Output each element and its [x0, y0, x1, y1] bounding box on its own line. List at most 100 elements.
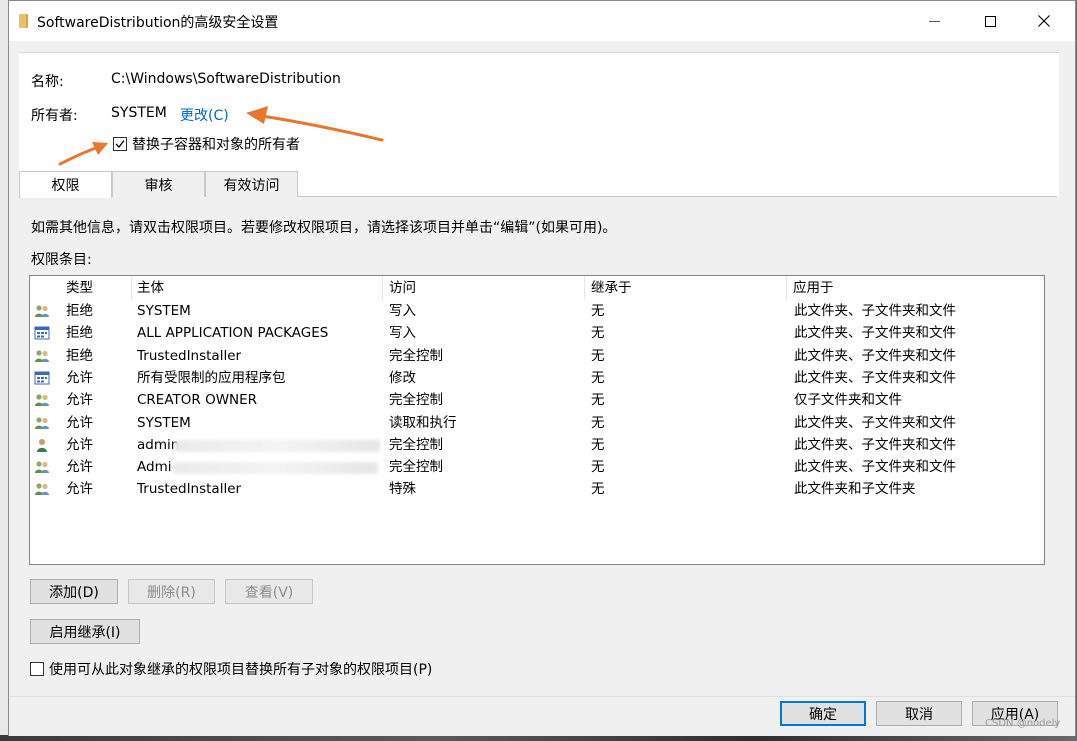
cell-principal: Admi [137, 459, 172, 476]
name-label: 名称: [31, 74, 64, 90]
table-row[interactable]: 允许 TrustedInstaller 特殊 无 此文件夹和子文件夹 [30, 478, 1044, 500]
table-row[interactable]: 允许 CREATOR OWNER 完全控制 无 仅子文件夹和文件 [30, 389, 1044, 411]
info-text: 如需其他信息，请双击权限项目。若要修改权限项目，请选择该项目并单击“编辑”(如果… [31, 220, 617, 236]
add-button[interactable]: 添加(D) [30, 579, 118, 604]
cell-inherited-from: 无 [591, 303, 605, 319]
group-icon [34, 482, 50, 496]
cell-applies-to: 此文件夹、子文件夹和文件 [794, 459, 956, 476]
cell-inherited-from: 无 [591, 481, 605, 498]
group-icon [34, 393, 50, 407]
cell-access: 特殊 [389, 481, 416, 498]
cell-applies-to: 此文件夹、子文件夹和文件 [794, 436, 956, 453]
cell-type: 允许 [66, 414, 93, 431]
table-row[interactable]: 允许 所有受限制的应用程序包 修改 无 此文件夹、子文件夹和文件 [30, 367, 1044, 389]
replace-child-permissions-checkbox[interactable] [30, 662, 44, 676]
cell-access: 读取和执行 [389, 414, 457, 431]
cell-inherited-from: 无 [591, 414, 605, 431]
cell-principal: 所有受限制的应用程序包 [137, 369, 286, 386]
ok-button[interactable]: 确定 [780, 701, 866, 726]
group-icon [34, 304, 50, 318]
enable-inheritance-button[interactable]: 启用继承(I) [30, 619, 140, 644]
cell-type: 拒绝 [66, 303, 93, 319]
cell-type: 拒绝 [66, 347, 93, 364]
cell-applies-to: 仅子文件夹和文件 [794, 392, 902, 409]
close-icon [1038, 15, 1050, 27]
column-access[interactable]: 访问 [383, 276, 585, 300]
cell-access: 写入 [389, 325, 416, 342]
cell-inherited-from: 无 [591, 347, 605, 364]
cell-applies-to: 此文件夹、子文件夹和文件 [794, 325, 956, 342]
change-owner-link[interactable]: 更改(C) [180, 105, 229, 125]
cell-access: 修改 [389, 369, 416, 386]
replace-owner-label: 替换子容器和对象的所有者 [132, 137, 300, 153]
table-row[interactable]: 允许 Admi 完全控制 无 此文件夹、子文件夹和文件 [30, 456, 1044, 478]
cell-applies-to: 此文件夹和子文件夹 [794, 481, 916, 498]
permission-entries-list[interactable]: 类型 主体 访问 继承于 应用于 拒绝 SYSTEM 写入无此文件夹、子文件夹和文件… [29, 275, 1045, 565]
replace-child-permissions-label: 使用可从此对象继承的权限项目替换所有子对象的权限项目(P) [49, 662, 433, 678]
table-row[interactable]: 允许 SYSTEM 读取和执行 无 此文件夹、子文件夹和文件 [30, 412, 1044, 434]
cell-principal: admin [137, 436, 180, 453]
cell-inherited-from: 无 [591, 369, 605, 386]
column-principal[interactable]: 主体 [131, 276, 383, 300]
cell-principal: SYSTEM [137, 303, 191, 319]
cell-type: 允许 [66, 436, 93, 453]
view-button[interactable]: 查看(V) [225, 579, 313, 604]
tab-effective-access[interactable]: 有效访问 [205, 171, 298, 197]
close-button[interactable] [1021, 1, 1067, 41]
cell-inherited-from: 无 [591, 459, 605, 476]
cell-type: 拒绝 [66, 325, 93, 342]
table-row[interactable]: 拒绝 TrustedInstaller 完全控制 无 此文件夹、子文件夹和文件 [30, 345, 1044, 367]
title-bar[interactable]: SoftwareDistribution的高级安全设置 [9, 1, 1075, 41]
replace-owner-checkbox[interactable] [113, 137, 127, 151]
cell-inherited-from: 无 [591, 392, 605, 409]
redacted-principal-blur [173, 462, 378, 475]
maximize-icon [984, 15, 996, 27]
package-icon [34, 371, 50, 385]
tab-auditing[interactable]: 审核 [112, 171, 205, 197]
cell-type: 允许 [66, 369, 93, 386]
cell-type: 允许 [66, 459, 93, 476]
cell-principal: CREATOR OWNER [137, 392, 258, 409]
column-inherited-from[interactable]: 继承于 [585, 276, 787, 300]
redacted-principal-blur [175, 439, 380, 452]
minimize-button[interactable] [911, 1, 957, 41]
cell-inherited-from: 无 [591, 325, 605, 342]
cell-access: 写入 [389, 303, 416, 319]
background-left [0, 0, 8, 741]
cell-principal: SYSTEM [137, 414, 191, 431]
entries-label: 权限条目: [31, 252, 92, 268]
cell-principal: ALL APPLICATION PACKAGES [137, 325, 329, 342]
package-icon [34, 326, 50, 340]
group-icon [34, 349, 50, 363]
folder-icon [19, 14, 28, 28]
table-row[interactable]: 拒绝 ALL APPLICATION PACKAGES 写入 无 此文件夹、子文件夹和文… [30, 322, 1044, 344]
cell-access: 完全控制 [389, 347, 443, 364]
cell-access: 完全控制 [389, 392, 443, 409]
cancel-button[interactable]: 取消 [876, 701, 962, 726]
cell-applies-to: 此文件夹、子文件夹和文件 [794, 414, 956, 431]
owner-value: SYSTEM [111, 105, 167, 121]
group-icon [34, 460, 50, 474]
minimize-icon [928, 20, 940, 22]
cell-access: 完全控制 [389, 459, 443, 476]
table-row[interactable]: 拒绝 SYSTEM 写入 无 此文件夹、子文件夹和文件 [30, 300, 1044, 322]
owner-label: 所有者: [31, 108, 78, 124]
column-applies-to[interactable]: 应用于 [787, 276, 1044, 300]
cell-applies-to: 此文件夹、子文件夹和文件 [794, 369, 956, 386]
group-icon [34, 416, 50, 430]
cell-principal: TrustedInstaller [137, 481, 242, 498]
watermark: CSDN @nodely [985, 718, 1061, 729]
table-row[interactable]: 允许 admin 完全控制 无 此文件夹、子文件夹和文件 [30, 434, 1044, 456]
user-icon [34, 438, 50, 452]
cell-inherited-from: 无 [591, 436, 605, 453]
tab-permissions[interactable]: 权限 [19, 171, 112, 198]
maximize-button[interactable] [967, 1, 1013, 41]
cell-access: 完全控制 [389, 436, 443, 453]
list-header: 类型 主体 访问 继承于 应用于 [30, 276, 1044, 300]
column-type[interactable]: 类型 [60, 276, 132, 300]
checkmark-icon [115, 140, 125, 148]
cell-applies-to: 此文件夹、子文件夹和文件 [794, 303, 956, 319]
cell-principal: TrustedInstaller [137, 347, 242, 364]
cell-type: 允许 [66, 392, 93, 409]
remove-button[interactable]: 删除(R) [128, 579, 215, 604]
